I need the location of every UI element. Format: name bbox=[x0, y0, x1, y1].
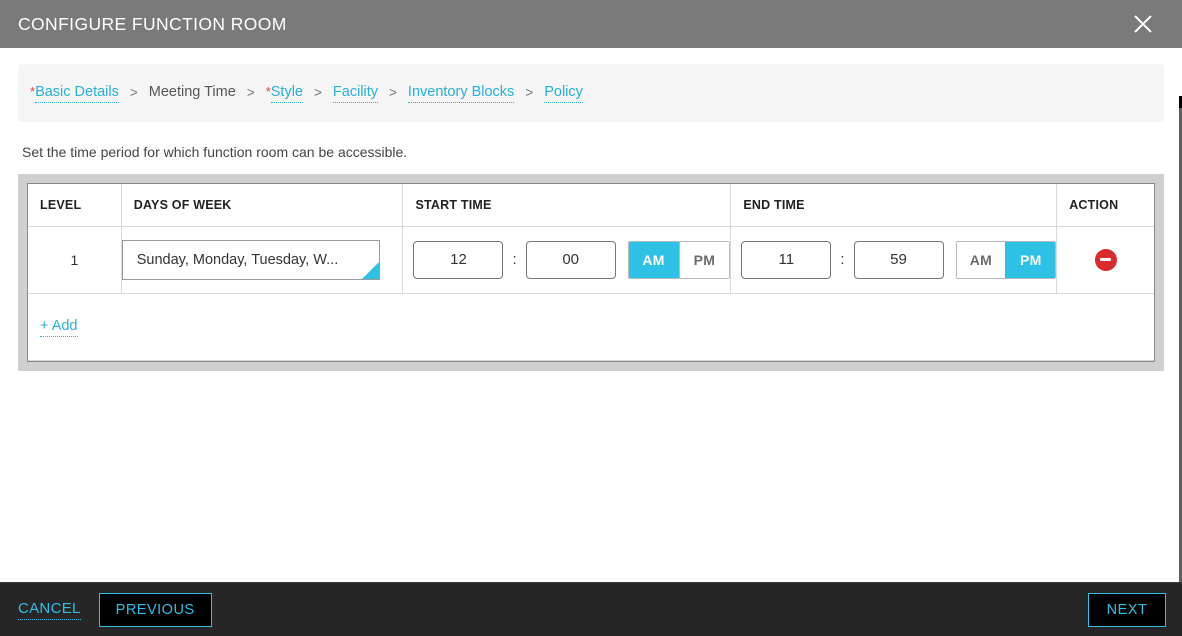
close-button[interactable] bbox=[1126, 7, 1160, 41]
remove-circle-icon[interactable] bbox=[1094, 248, 1117, 271]
breadcrumb-step-label[interactable]: Inventory Blocks bbox=[407, 84, 515, 103]
column-header-days-of-week: DAYS OF WEEK bbox=[121, 184, 404, 227]
cell-start-time: : AM PM bbox=[402, 226, 732, 294]
breadcrumb-step-inventory-blocks[interactable]: Inventory Blocks bbox=[407, 84, 515, 103]
configure-function-room-dialog: CONFIGURE FUNCTION ROOM * Basic Details > bbox=[0, 0, 1182, 636]
end-time-separator: : bbox=[840, 251, 845, 268]
table-header-row: LEVEL DAYS OF WEEK START TIME END TIME A… bbox=[28, 184, 1154, 227]
remove-icon-bar bbox=[1100, 258, 1112, 261]
days-of-week-multiselect[interactable]: Sunday, Monday, Tuesday, W... bbox=[121, 239, 380, 280]
breadcrumb-separator: > bbox=[389, 84, 397, 100]
end-time-group: : AM PM bbox=[731, 240, 1057, 279]
breadcrumb-step-label[interactable]: Policy bbox=[544, 84, 583, 103]
breadcrumb: * Basic Details > Meeting Time > * Style >… bbox=[18, 64, 1164, 122]
breadcrumb-step-style[interactable]: * Style bbox=[265, 83, 304, 103]
breadcrumb-separator: > bbox=[246, 84, 255, 100]
breadcrumb-step-label[interactable]: Style bbox=[270, 84, 304, 103]
required-marker: * bbox=[265, 83, 271, 99]
start-meridiem-toggle: AM PM bbox=[627, 240, 731, 279]
column-header-end-time: END TIME bbox=[730, 184, 1058, 227]
breadcrumb-step-label: Meeting Time bbox=[148, 83, 236, 100]
add-row-link[interactable]: + Add bbox=[40, 318, 78, 337]
dialog-footer: CANCEL PREVIOUS NEXT bbox=[0, 582, 1182, 636]
cell-end-time: : AM PM bbox=[730, 226, 1058, 294]
close-icon bbox=[1132, 13, 1154, 35]
cancel-button[interactable]: CANCEL bbox=[18, 600, 81, 620]
breadcrumb-separator: > bbox=[129, 84, 138, 100]
table-add-row: + Add bbox=[28, 293, 1154, 361]
cell-level: 1 bbox=[28, 226, 122, 294]
section-description: Set the time period for which function r… bbox=[22, 144, 408, 160]
meeting-time-panel: LEVEL DAYS OF WEEK START TIME END TIME A… bbox=[18, 174, 1164, 371]
meeting-time-table: LEVEL DAYS OF WEEK START TIME END TIME A… bbox=[28, 184, 1154, 361]
start-meridiem-pm[interactable]: PM bbox=[678, 241, 730, 278]
cell-add: + Add bbox=[28, 293, 1154, 361]
start-time-group: : AM PM bbox=[403, 240, 731, 279]
dialog-body: * Basic Details > Meeting Time > * Style >… bbox=[0, 48, 1182, 582]
dialog-titlebar: CONFIGURE FUNCTION ROOM bbox=[0, 0, 1182, 48]
breadcrumb-separator: > bbox=[525, 84, 534, 100]
start-hour-input[interactable] bbox=[413, 240, 504, 279]
resize-handle-icon[interactable] bbox=[361, 261, 379, 279]
end-meridiem-am[interactable]: AM bbox=[956, 241, 1006, 278]
dialog-title: CONFIGURE FUNCTION ROOM bbox=[18, 13, 287, 34]
footer-left-actions: CANCEL PREVIOUS bbox=[18, 592, 212, 627]
next-button[interactable]: NEXT bbox=[1088, 592, 1166, 627]
end-minute-input[interactable] bbox=[853, 240, 944, 279]
end-hour-input[interactable] bbox=[741, 240, 832, 279]
start-meridiem-am[interactable]: AM bbox=[628, 241, 679, 278]
required-marker: * bbox=[30, 83, 36, 99]
breadcrumb-step-meeting-time[interactable]: Meeting Time bbox=[149, 84, 236, 103]
days-of-week-value: Sunday, Monday, Tuesday, W... bbox=[136, 251, 339, 268]
breadcrumb-step-label[interactable]: Basic Details bbox=[35, 84, 119, 103]
start-minute-input[interactable] bbox=[525, 240, 616, 279]
breadcrumb-separator: > bbox=[314, 84, 322, 100]
breadcrumb-step-label[interactable]: Facility bbox=[332, 84, 379, 103]
meeting-time-table-wrapper: LEVEL DAYS OF WEEK START TIME END TIME A… bbox=[27, 183, 1155, 362]
column-header-action: ACTION bbox=[1056, 184, 1154, 227]
breadcrumb-step-facility[interactable]: Facility bbox=[332, 84, 379, 103]
end-meridiem-pm[interactable]: PM bbox=[1005, 241, 1056, 278]
cell-days-of-week: Sunday, Monday, Tuesday, W... bbox=[121, 226, 404, 294]
start-time-separator: : bbox=[512, 251, 517, 268]
column-header-start-time: START TIME bbox=[402, 184, 732, 227]
cell-action bbox=[1056, 226, 1154, 294]
table-row: 1 Sunday, Monday, Tuesday, W... 12: 00 … bbox=[28, 226, 1154, 294]
column-header-level: LEVEL bbox=[28, 184, 122, 227]
previous-button[interactable]: PREVIOUS bbox=[98, 592, 212, 627]
breadcrumb-step-policy[interactable]: Policy bbox=[544, 84, 583, 103]
end-meridiem-toggle: AM PM bbox=[955, 240, 1057, 279]
breadcrumb-step-basic-details[interactable]: * Basic Details bbox=[30, 84, 119, 103]
